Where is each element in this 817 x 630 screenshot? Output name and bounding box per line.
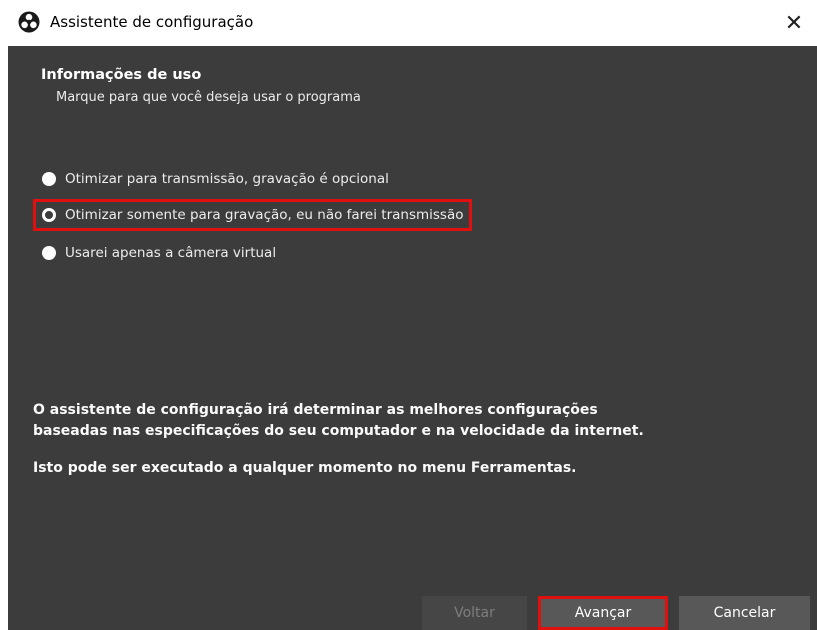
radio-option-virtual-camera[interactable]: Usarei apenas a câmera virtual <box>36 240 282 266</box>
cancel-button[interactable]: Cancelar <box>679 596 810 630</box>
radio-option-label: Otimizar somente para gravação, eu não f… <box>65 207 464 223</box>
title-bar: Assistente de configuração ✕ <box>0 0 817 46</box>
radio-option-recording[interactable]: Otimizar somente para gravação, eu não f… <box>32 199 473 231</box>
back-button[interactable]: Voltar <box>422 596 527 630</box>
wizard-panel: Informações de uso Marque para que você … <box>8 46 817 630</box>
radio-button[interactable] <box>42 246 56 260</box>
close-icon: ✕ <box>784 10 804 36</box>
next-button[interactable]: Avançar <box>538 596 668 630</box>
info-text-line-2: baseadas nas especificações do seu compu… <box>33 423 644 439</box>
radio-option-streaming[interactable]: Otimizar para transmissão, gravação é op… <box>36 166 395 192</box>
close-button[interactable]: ✕ <box>771 0 817 46</box>
radio-button-selected[interactable] <box>42 208 56 222</box>
info-text-line-1: O assistente de configuração irá determi… <box>33 402 598 418</box>
obs-logo-icon <box>18 11 40 33</box>
section-subtitle: Marque para que você deseja usar o progr… <box>56 90 361 105</box>
window-title: Assistente de configuração <box>50 13 254 31</box>
radio-button[interactable] <box>42 172 56 186</box>
section-title: Informações de uso <box>41 67 202 83</box>
info-text-line-3: Isto pode ser executado a qualquer momen… <box>33 460 577 476</box>
radio-option-label: Usarei apenas a câmera virtual <box>65 245 277 261</box>
radio-option-label: Otimizar para transmissão, gravação é op… <box>65 171 389 187</box>
